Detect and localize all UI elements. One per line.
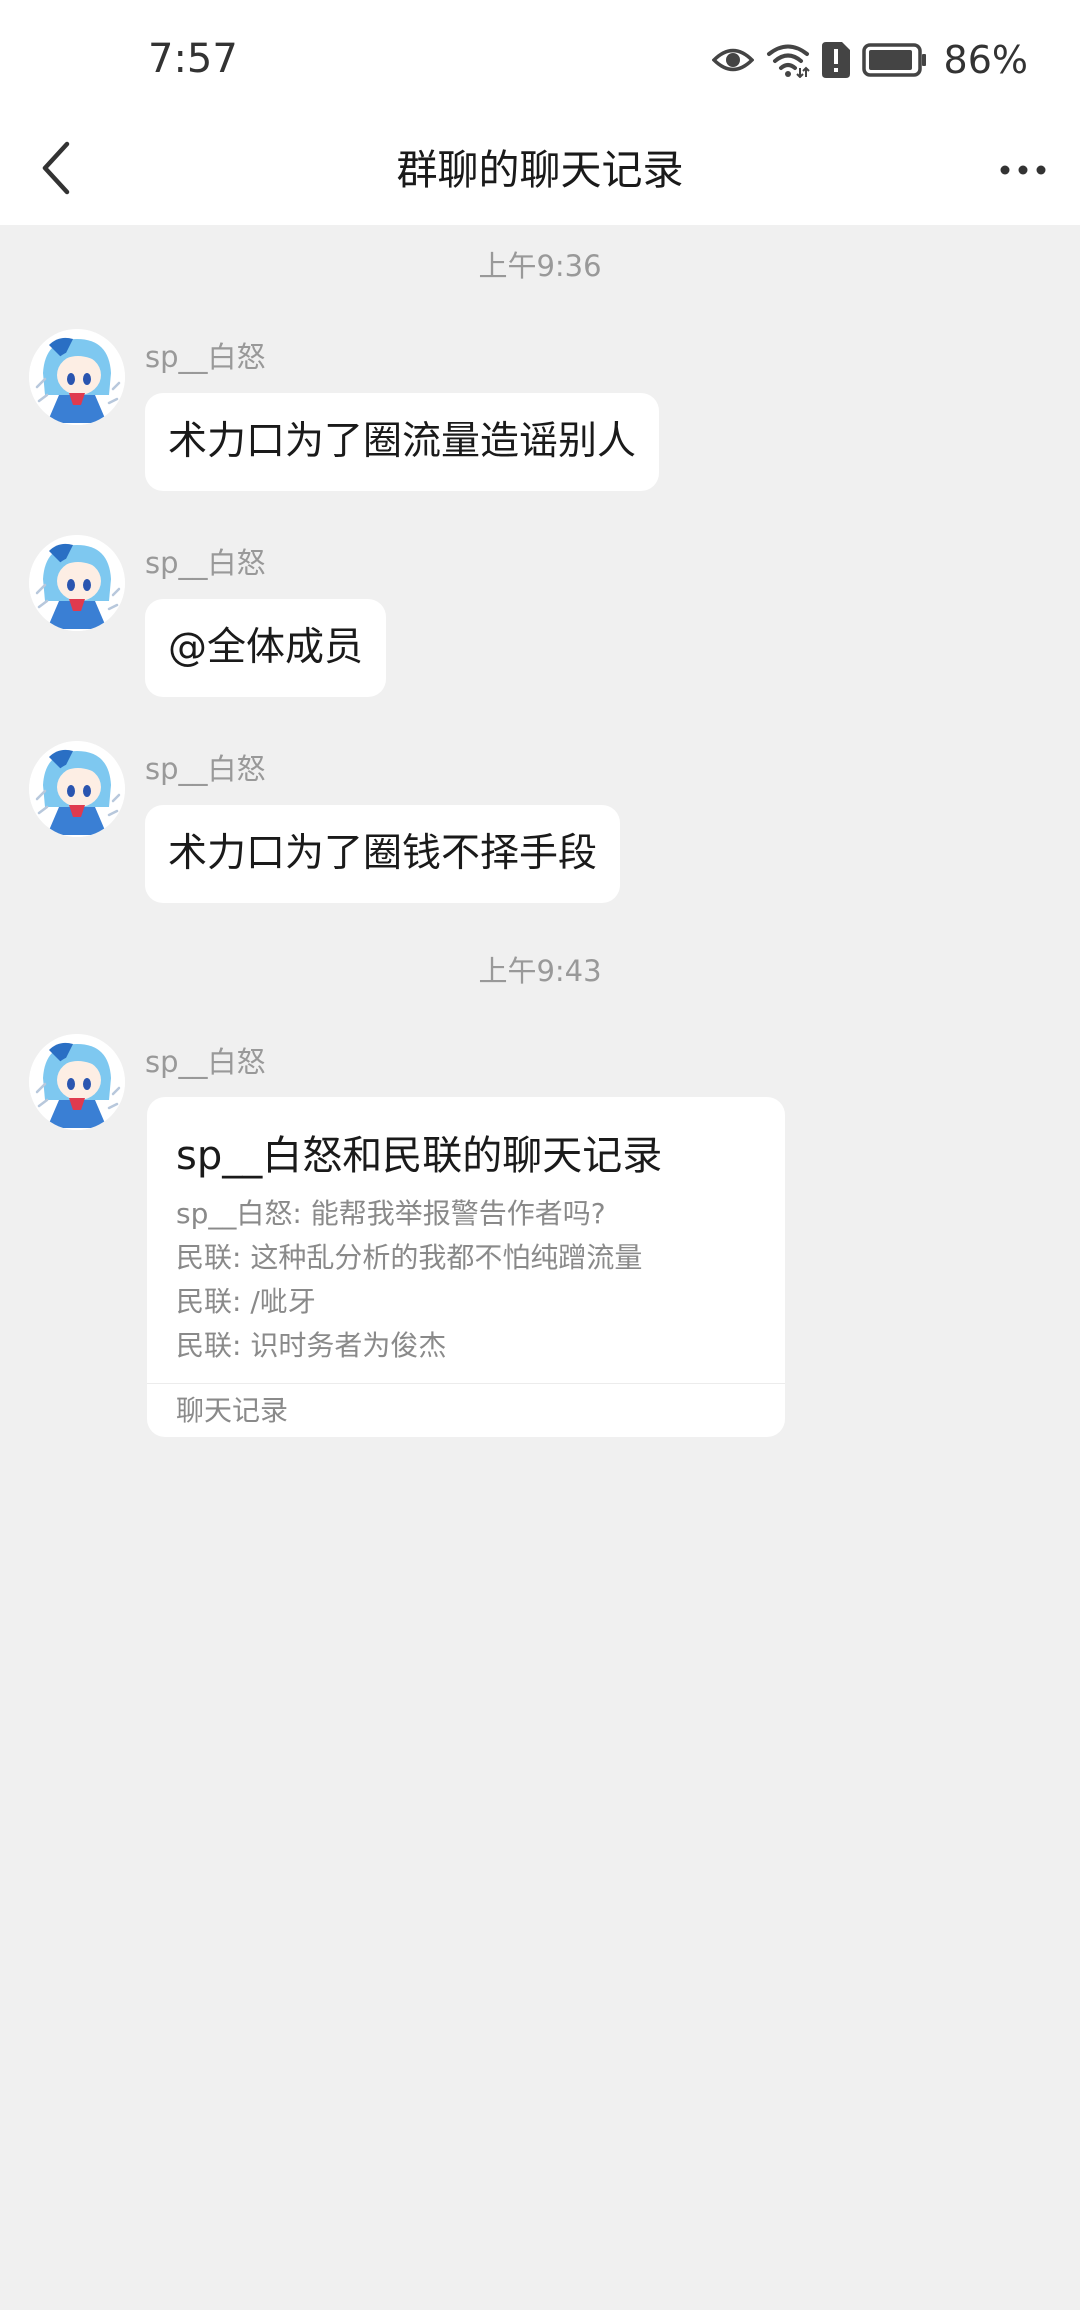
eye-icon — [711, 45, 754, 75]
divider — [147, 1383, 785, 1384]
timestamp: 上午9:43 — [478, 954, 602, 988]
avatar[interactable] — [29, 1034, 125, 1130]
record-footer: 聊天记录 — [176, 1394, 289, 1427]
record-preview: sp__白怒: 能帮我举报警告作者吗? 民联: 这种乱分析的我都不怕纯蹭流量 民… — [176, 1192, 642, 1368]
chat-record-card[interactable]: sp__白怒和民联的聊天记录 sp__白怒: 能帮我举报警告作者吗? 民联: 这… — [147, 1097, 785, 1437]
avatar[interactable] — [29, 535, 125, 631]
avatar[interactable] — [29, 329, 125, 425]
status-icons: 86% — [711, 36, 1028, 84]
sender-name: sp__白怒 — [145, 1045, 266, 1079]
message-bubble[interactable]: 术力口为了圈钱不择手段 — [145, 805, 621, 903]
record-line: 民联: /呲牙 — [176, 1285, 316, 1318]
avatar[interactable] — [29, 741, 125, 837]
record-line: sp__白怒: 能帮我举报警告作者吗? — [176, 1197, 606, 1230]
sender-name: sp__白怒 — [145, 340, 266, 374]
record-line: 民联: 识时务者为俊杰 — [176, 1329, 447, 1362]
timestamp: 上午9:36 — [478, 249, 602, 283]
message-bubble[interactable]: 术力口为了圈流量造谣别人 — [145, 393, 660, 491]
battery-icon — [861, 43, 928, 77]
wifi-icon — [766, 42, 810, 78]
status-bar: 7:57 86% — [0, 0, 1080, 115]
page-title: 群聊的聊天记录 — [396, 146, 684, 194]
nav-bar: 群聊的聊天记录 — [0, 115, 1080, 225]
alert-icon — [821, 42, 850, 78]
more-horizontal-icon — [999, 161, 1047, 180]
record-line: 民联: 这种乱分析的我都不怕纯蹭流量 — [176, 1241, 643, 1274]
battery-percent: 86% — [943, 38, 1028, 82]
record-title: sp__白怒和民联的聊天记录 — [176, 1133, 663, 1179]
status-time: 7:57 — [148, 36, 238, 82]
more-button[interactable] — [988, 135, 1058, 205]
sender-name: sp__白怒 — [145, 546, 266, 580]
message-bubble[interactable]: @全体成员 — [145, 599, 387, 697]
sender-name: sp__白怒 — [145, 752, 266, 786]
